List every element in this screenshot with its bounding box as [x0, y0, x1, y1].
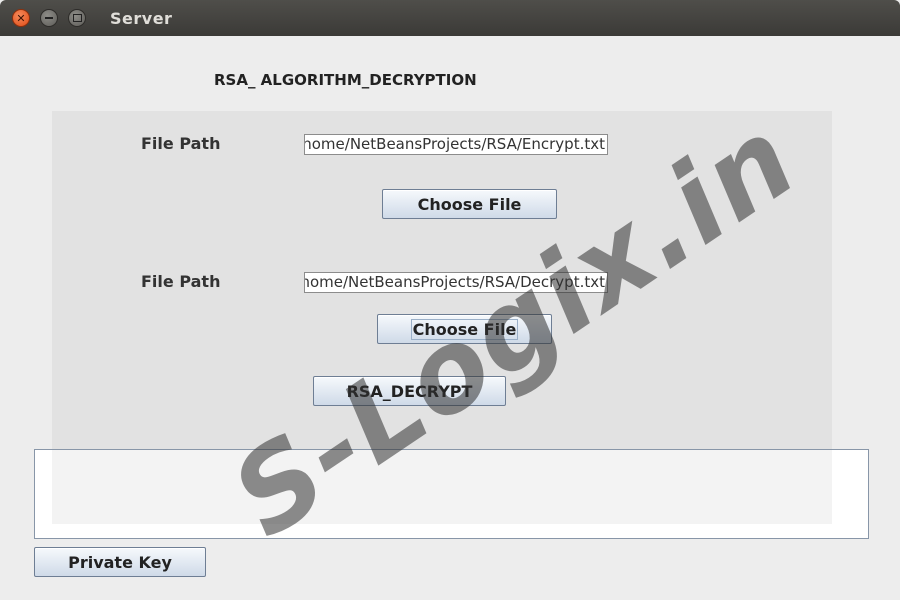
title-bar: ✕ Server [0, 0, 900, 36]
choose-decrypt-file-button[interactable]: Choose File [377, 314, 552, 344]
maximize-button[interactable] [68, 9, 86, 27]
panel-bottom-strip [52, 450, 832, 524]
decrypt-file-path-label: File Path [141, 272, 221, 291]
encrypt-file-path-field[interactable]: /home/NetBeansProjects/RSA/Encrypt.txt [304, 134, 608, 155]
page-heading: RSA_ ALGORITHM_DECRYPTION [214, 71, 477, 89]
rsa-decrypt-button[interactable]: RSA_DECRYPT [313, 376, 506, 406]
close-button[interactable]: ✕ [12, 9, 30, 27]
private-key-button[interactable]: Private Key [34, 547, 206, 577]
close-icon: ✕ [16, 11, 26, 25]
encrypt-file-path-label: File Path [141, 134, 221, 153]
choose-encrypt-file-button[interactable]: Choose File [382, 189, 557, 219]
decrypt-file-path-field[interactable]: /home/NetBeansProjects/RSA/Decrypt.txt [304, 272, 608, 293]
window-title: Server [110, 9, 173, 28]
minimize-button[interactable] [40, 9, 58, 27]
